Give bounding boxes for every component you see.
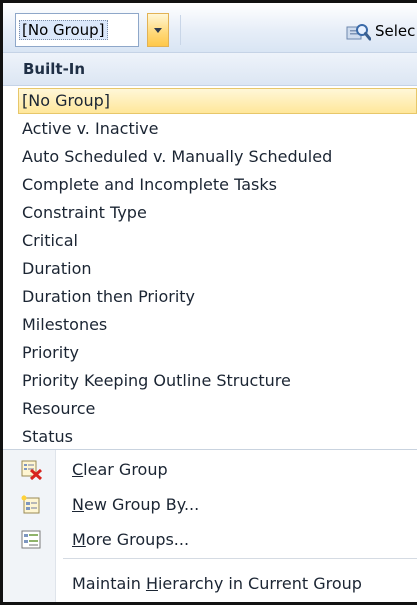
group-combo-value: [No Group] <box>19 20 108 40</box>
menu-item-resource[interactable]: Resource <box>18 396 417 422</box>
clear-group-command[interactable]: Clear Group <box>3 453 417 487</box>
clear-group-label: Clear Group <box>72 460 168 479</box>
select-button-label: Selec <box>375 22 416 40</box>
ribbon-group-bar: [No Group] Selec <box>3 3 417 52</box>
new-group-icon <box>21 495 40 514</box>
menu-separator-2 <box>63 558 417 559</box>
new-group-by-command[interactable]: New Group By... <box>3 488 417 522</box>
menu-item-critical[interactable]: Critical <box>18 228 417 254</box>
menu-item-constraint-type[interactable]: Constraint Type <box>18 200 417 226</box>
magnifier-icon <box>346 23 371 40</box>
menu-item-active-inactive[interactable]: Active v. Inactive <box>18 116 417 142</box>
group-combo-box[interactable]: [No Group] <box>15 13 139 47</box>
more-groups-command[interactable]: More Groups... <box>3 523 417 557</box>
menu-item-duration[interactable]: Duration <box>18 256 417 282</box>
toolbar-divider <box>180 15 181 45</box>
command-area: Clear Group New Group By... More Groups.… <box>3 449 417 603</box>
clear-group-icon <box>21 460 43 480</box>
menu-item-auto-manual-scheduled[interactable]: Auto Scheduled v. Manually Scheduled <box>18 144 417 170</box>
select-button[interactable]: Selec <box>345 17 415 45</box>
screen: [No Group] Selec Built-In [No Group] Act… <box>0 0 417 605</box>
menu-item-milestones[interactable]: Milestones <box>18 312 417 338</box>
menu-item-priority-outline[interactable]: Priority Keeping Outline Structure <box>18 368 417 394</box>
menu-item-complete-incomplete[interactable]: Complete and Incomplete Tasks <box>18 172 417 198</box>
maintain-hierarchy-command[interactable]: Maintain Hierarchy in Current Group <box>72 569 362 599</box>
menu-item-status[interactable]: Status <box>18 424 417 450</box>
more-groups-label: More Groups... <box>72 530 190 549</box>
chevron-down-icon <box>154 28 162 33</box>
more-groups-icon <box>21 530 41 549</box>
menu-separator <box>3 449 417 450</box>
menu-item-duration-then-priority[interactable]: Duration then Priority <box>18 284 417 310</box>
section-header-built-in: Built-In <box>3 53 417 86</box>
group-dropdown-button[interactable] <box>147 13 169 47</box>
menu-item-priority[interactable]: Priority <box>18 340 417 366</box>
menu-item-no-group[interactable]: [No Group] <box>18 88 417 114</box>
new-group-by-label: New Group By... <box>72 495 200 514</box>
group-dropdown-menu: Built-In [No Group] Active v. Inactive A… <box>3 52 417 603</box>
